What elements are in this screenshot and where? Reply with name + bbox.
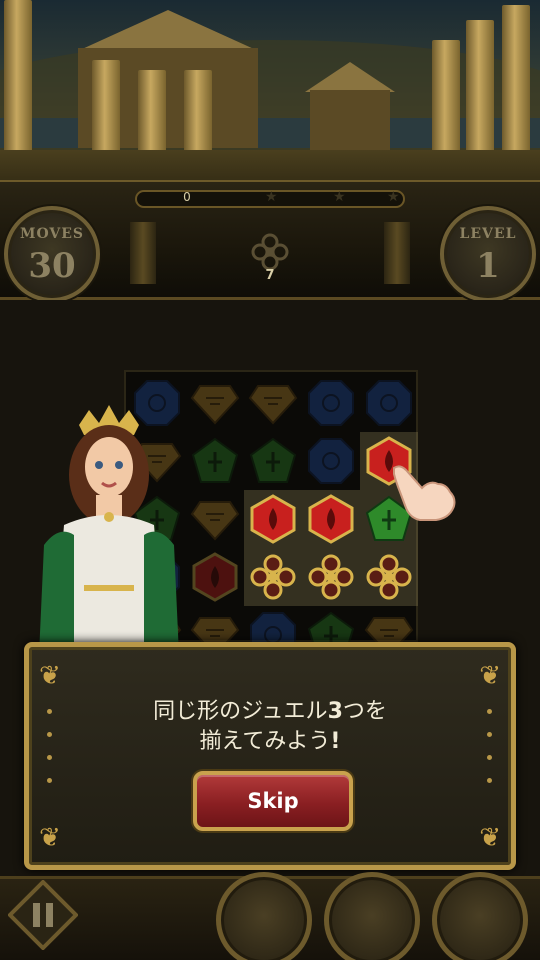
message-text: 揃えてみよう — [199, 729, 331, 754]
blue-gem-icon — [308, 438, 354, 484]
laurel-icon: ❦ — [39, 823, 61, 853]
red-gem-icon — [192, 552, 238, 602]
board-cell[interactable] — [302, 374, 360, 432]
star-icon: ★ — [387, 189, 400, 205]
column-decoration — [184, 70, 212, 160]
board-cell[interactable] — [244, 548, 302, 606]
level-indicator: LEVEL 1 — [440, 206, 536, 302]
booster-slot[interactable] — [324, 872, 420, 960]
temple-background — [0, 0, 540, 200]
board-cell[interactable] — [360, 374, 418, 432]
skip-button[interactable]: Skip — [193, 771, 353, 831]
blue-gem-icon — [366, 380, 412, 426]
score-progress-bar: 0 ★ ★ ★ — [135, 189, 405, 208]
column-decoration — [432, 40, 460, 160]
board-cell[interactable] — [302, 548, 360, 606]
level-goal: 7 — [240, 230, 300, 290]
board-cell[interactable] — [244, 490, 302, 548]
red-gem-icon — [308, 494, 354, 544]
hud-pillar — [384, 222, 410, 284]
column-decoration — [466, 20, 494, 160]
small-temple-building — [310, 90, 390, 150]
amulet-gem-icon — [366, 554, 412, 600]
board-cell[interactable] — [244, 432, 302, 490]
red-gem-icon — [250, 494, 296, 544]
column-decoration — [502, 5, 530, 165]
column-decoration — [138, 70, 166, 160]
gold-gem-icon — [190, 385, 240, 425]
booster-slot[interactable] — [216, 872, 312, 960]
gold-gem-icon — [248, 385, 298, 425]
message-text: 同じ形のジュエル — [153, 699, 328, 724]
moves-counter: MOVES 30 — [4, 206, 100, 302]
moves-label: MOVES — [19, 226, 85, 242]
amulet-gem-icon — [308, 554, 354, 600]
blue-gem-icon — [308, 380, 354, 426]
score-value: 0 — [183, 190, 191, 204]
pointing-hand-icon — [393, 465, 456, 521]
laurel-icon: ❦ — [479, 661, 501, 691]
board-cell[interactable] — [244, 374, 302, 432]
pause-button[interactable] — [8, 880, 78, 950]
board-cell[interactable] — [302, 490, 360, 548]
tutorial-message: 同じ形のジュエル3つを 揃えてみよう! — [29, 697, 511, 757]
board-cell[interactable] — [186, 432, 244, 490]
gold-gem-icon — [190, 501, 240, 541]
star-icon: ★ — [333, 189, 346, 205]
message-number: 3 — [327, 699, 343, 724]
board-cell[interactable] — [186, 374, 244, 432]
level-value: 1 — [476, 246, 500, 286]
laurel-icon: ❦ — [39, 661, 61, 691]
booster-slot[interactable] — [432, 872, 528, 960]
moves-value: 30 — [28, 246, 76, 286]
star-icon: ★ — [265, 189, 278, 205]
board-cell[interactable] — [360, 548, 418, 606]
message-exclamation: ! — [330, 729, 341, 754]
column-decoration — [4, 0, 32, 170]
pause-icon — [33, 903, 40, 927]
level-label: LEVEL — [459, 226, 517, 242]
tutorial-dialog: ❦ ❦ ❦ ❦ 同じ形のジュエル3つを 揃えてみよう! Skip — [24, 642, 516, 870]
green-gem-icon — [191, 437, 239, 483]
message-text: つを — [342, 699, 387, 724]
board-cell[interactable] — [186, 548, 244, 606]
board-cell[interactable] — [302, 432, 360, 490]
goal-count: 7 — [265, 268, 275, 283]
amulet-gem-icon — [250, 554, 296, 600]
column-decoration — [92, 60, 120, 160]
goddess-character — [39, 405, 179, 655]
green-gem-icon — [249, 437, 297, 483]
laurel-icon: ❦ — [479, 823, 501, 853]
board-cell[interactable] — [186, 490, 244, 548]
hud-pillar — [130, 222, 156, 284]
